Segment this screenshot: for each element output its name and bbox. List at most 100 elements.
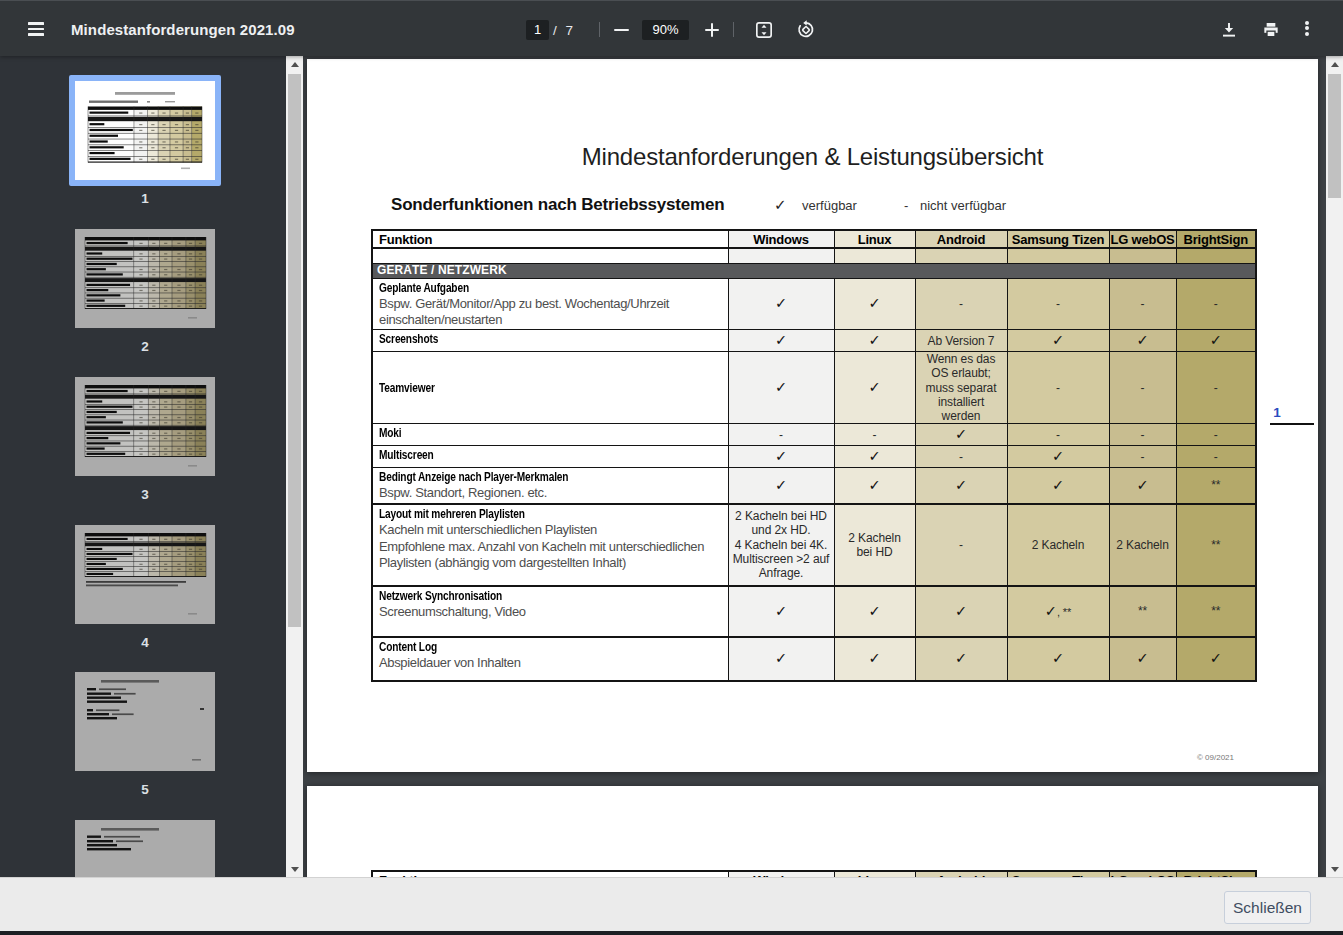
- thumbnail-page-number: 5: [75, 782, 215, 797]
- empty-cell: [1176, 248, 1256, 263]
- sidebar-scrollbar[interactable]: [286, 56, 303, 877]
- column-header: BrightSign: [1176, 230, 1256, 248]
- feature-cell: Netzwerk SynchronisationScreenumschaltun…: [372, 586, 728, 637]
- page-copyright: © 09/2021: [1197, 753, 1234, 762]
- close-button[interactable]: Schließen: [1224, 891, 1311, 924]
- thumbnail-page-number: 2: [75, 339, 215, 354]
- support-cell: -: [1176, 424, 1256, 446]
- support-cell: **: [1176, 468, 1256, 504]
- support-cell: ✓: [1109, 468, 1176, 504]
- page-subtitle: Sonderfunktionen nach Betriebssystemen: [391, 195, 724, 215]
- document-title: Mindestanforderungen 2021.09: [71, 1, 295, 57]
- support-cell: -: [1007, 424, 1109, 446]
- page-thumbnail-3[interactable]: [75, 377, 215, 476]
- page-thumbnail-1[interactable]: [75, 81, 215, 180]
- support-cell: -: [915, 446, 1007, 468]
- column-header: LG webOS: [1109, 230, 1176, 248]
- support-cell: ✓: [915, 424, 1007, 446]
- support-cell: ✓: [834, 586, 915, 637]
- support-cell: -: [1109, 446, 1176, 468]
- support-cell: -: [1176, 446, 1256, 468]
- support-cell: -: [1109, 352, 1176, 424]
- main-scrollbar-thumb[interactable]: [1328, 74, 1341, 198]
- empty-cell: [834, 248, 915, 263]
- margin-page-number[interactable]: 1: [1267, 405, 1287, 420]
- legend-available-symbol: ✓: [774, 196, 787, 214]
- page-thumbnail-2[interactable]: [75, 229, 215, 328]
- empty-cell: [915, 248, 1007, 263]
- toolbar: Mindestanforderungen 2021.09 1 / 7 90%: [0, 0, 1343, 56]
- toolbar-separator: [599, 22, 600, 37]
- support-cell: -: [1109, 278, 1176, 330]
- support-cell: Ab Version 7: [915, 330, 1007, 352]
- main-scrollbar[interactable]: [1326, 56, 1343, 877]
- support-cell: ✓: [1109, 637, 1176, 681]
- column-header: Android: [915, 230, 1007, 248]
- rotate-button[interactable]: [796, 20, 816, 40]
- legend-unavailable-symbol: -: [904, 198, 908, 213]
- support-cell: -: [1007, 352, 1109, 424]
- support-cell: ✓: [728, 446, 834, 468]
- column-header: Linux: [834, 230, 915, 248]
- page-number-input[interactable]: 1: [526, 20, 549, 40]
- support-cell: ✓: [1176, 330, 1256, 352]
- page-thumbnail-6[interactable]: [75, 820, 215, 877]
- thumbnail-page-number: 3: [75, 487, 215, 502]
- legend-available-label: verfügbar: [802, 198, 857, 213]
- document-viewport: Mindestanforderungen & Leistungsübersich…: [303, 56, 1326, 877]
- zoom-in-button[interactable]: [701, 20, 723, 40]
- fit-to-page-button[interactable]: [754, 20, 774, 40]
- support-cell: ✓: [915, 468, 1007, 504]
- support-cell: -: [915, 504, 1007, 586]
- download-icon[interactable]: [1219, 20, 1239, 40]
- thumbnail-page-number: 4: [75, 635, 215, 650]
- support-cell: ✓: [728, 330, 834, 352]
- support-cell: ✓: [1007, 468, 1109, 504]
- feature-table-page2: FunktionWindowsLinuxAndroidSamsung Tizen…: [371, 870, 1257, 877]
- menu-icon[interactable]: [28, 22, 45, 36]
- scroll-up-arrow[interactable]: [286, 56, 303, 73]
- feature-cell: Teamviewer: [372, 352, 728, 424]
- page-thumbnail-5[interactable]: [75, 672, 215, 771]
- support-cell: ✓: [834, 637, 915, 681]
- support-cell: -: [1007, 278, 1109, 330]
- sidebar-scrollbar-thumb[interactable]: [288, 74, 301, 627]
- section-header: GERÄTE / NETZWERK: [372, 263, 1256, 278]
- window-bottom-edge: [0, 931, 1343, 935]
- pdf-page-1: Mindestanforderungen & Leistungsübersich…: [307, 59, 1318, 772]
- support-cell: ✓: [728, 586, 834, 637]
- support-cell: -: [915, 278, 1007, 330]
- pdf-viewer-window: Mindestanforderungen 2021.09 1 / 7 90%: [0, 0, 1343, 935]
- feature-cell: Multiscreen: [372, 446, 728, 468]
- column-header: Windows: [728, 230, 834, 248]
- support-cell: ✓, **: [1007, 586, 1109, 637]
- support-cell: 2 Kacheln: [1007, 504, 1109, 586]
- support-cell: ✓: [834, 468, 915, 504]
- feature-cell: Content LogAbspieldauer von Inhalten: [372, 637, 728, 681]
- scroll-down-arrow[interactable]: [1326, 860, 1343, 877]
- feature-cell: Geplante AufgabenBspw. Gerät/Monitor/App…: [372, 278, 728, 330]
- support-cell: -: [1109, 424, 1176, 446]
- scroll-down-arrow[interactable]: [286, 860, 303, 877]
- page-thumbnail-4[interactable]: [75, 525, 215, 624]
- support-cell: -: [728, 424, 834, 446]
- support-cell: ✓: [1007, 446, 1109, 468]
- scroll-up-arrow[interactable]: [1326, 56, 1343, 73]
- feature-cell: Moki: [372, 424, 728, 446]
- support-cell: ✓: [915, 586, 1007, 637]
- page-count-label: / 7: [553, 20, 573, 40]
- print-icon[interactable]: [1261, 20, 1281, 40]
- zoom-level-input[interactable]: 90%: [642, 20, 689, 40]
- more-options-icon[interactable]: [1302, 19, 1311, 39]
- thumbnail-page-number: 1: [75, 191, 215, 206]
- zoom-out-button[interactable]: [610, 20, 632, 40]
- support-cell: ✓: [834, 330, 915, 352]
- feature-cell: Screenshots: [372, 330, 728, 352]
- pdf-page-2: FunktionWindowsLinuxAndroidSamsung Tizen…: [307, 786, 1318, 877]
- support-cell: Wenn es das OS erlaubt; muss separat ins…: [915, 352, 1007, 424]
- dialog-footer: Schließen: [0, 877, 1343, 931]
- feature-cell: Layout mit mehreren PlaylistenKacheln mi…: [372, 504, 728, 586]
- support-cell: 2 Kacheln: [1109, 504, 1176, 586]
- support-cell: -: [1176, 278, 1256, 330]
- support-cell: ✓: [1007, 637, 1109, 681]
